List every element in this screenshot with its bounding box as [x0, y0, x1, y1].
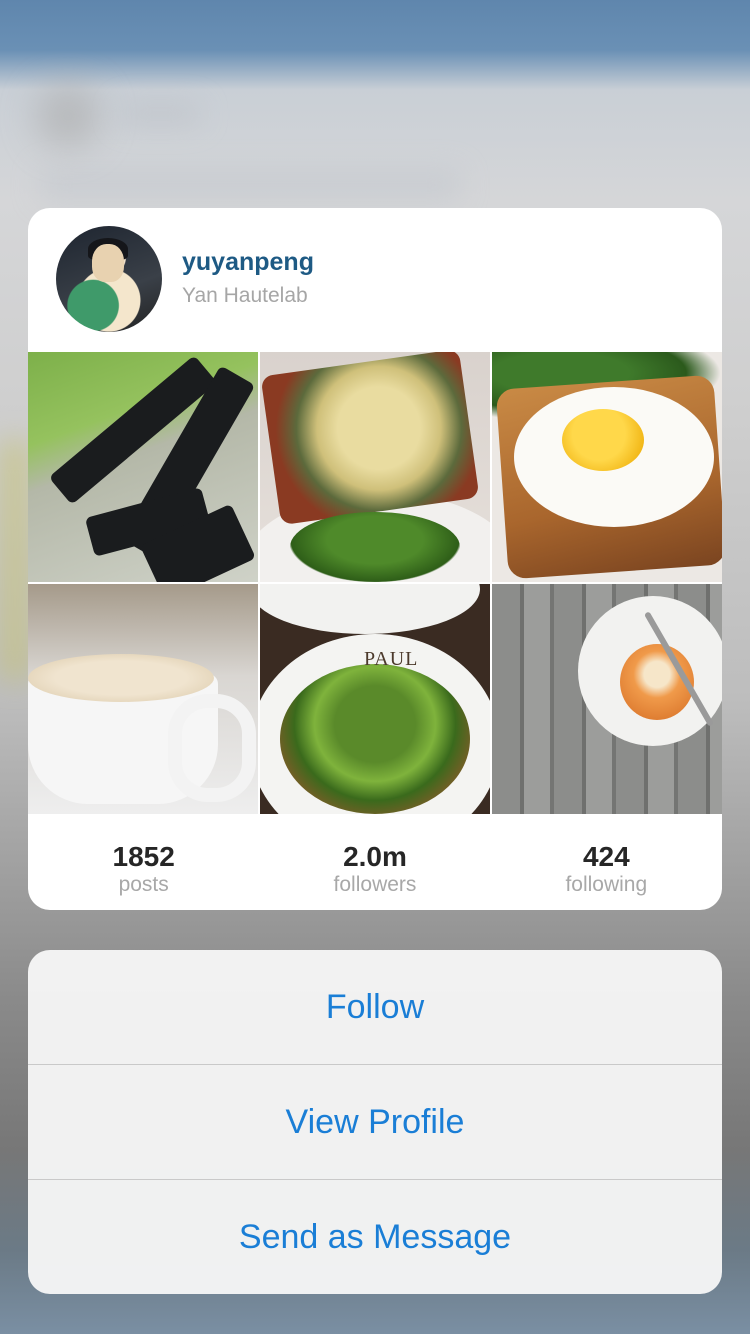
followers-count: 2.0m: [343, 841, 407, 872]
photo-detail: [260, 584, 480, 634]
profile-header[interactable]: yuyanpeng Yan Hautelab: [28, 208, 722, 352]
posts-label: posts: [118, 873, 169, 896]
photo-tile-4[interactable]: [28, 584, 258, 814]
stat-posts[interactable]: 1852 posts: [28, 814, 259, 910]
background-avatar-blur: [36, 84, 100, 148]
stat-followers[interactable]: 2.0m followers: [259, 814, 490, 910]
photo-tile-5[interactable]: PAUL: [260, 584, 490, 814]
following-count: 424: [582, 841, 630, 872]
background-left-edge-blur: [0, 440, 30, 680]
avatar-face: [92, 244, 124, 282]
photo-detail: [168, 694, 256, 802]
photo-detail: [562, 409, 644, 471]
photo-tile-3[interactable]: [492, 352, 722, 582]
photo-tile-6[interactable]: [492, 584, 722, 814]
photo-detail: [28, 654, 214, 702]
follow-button[interactable]: Follow: [28, 950, 722, 1064]
background-text-blur: [120, 104, 200, 124]
send-as-message-button[interactable]: Send as Message: [28, 1179, 722, 1294]
posts-count: 1852: [112, 841, 175, 872]
photo-grid: PAUL: [28, 352, 722, 814]
full-name: Yan Hautelab: [182, 284, 308, 307]
photo-tile-1[interactable]: [28, 352, 258, 582]
username[interactable]: yuyanpeng: [182, 248, 314, 277]
photo-detail: [280, 664, 470, 814]
photo-detail: [290, 512, 460, 582]
view-profile-button[interactable]: View Profile: [28, 1064, 722, 1179]
following-label: following: [565, 873, 648, 896]
photo-detail: [260, 352, 480, 526]
plate-text: PAUL: [364, 648, 419, 670]
photo-tile-2[interactable]: [260, 352, 490, 582]
avatar[interactable]: [56, 226, 162, 332]
background-strip-blur: [40, 170, 460, 200]
stat-following[interactable]: 424 following: [491, 814, 722, 910]
followers-label: followers: [333, 873, 417, 896]
action-sheet: Follow View Profile Send as Message: [28, 950, 722, 1294]
profile-preview-card[interactable]: yuyanpeng Yan Hautelab PAUL 1852 posts 2…: [28, 208, 722, 910]
profile-stats: 1852 posts 2.0m followers 424 following: [28, 814, 722, 910]
